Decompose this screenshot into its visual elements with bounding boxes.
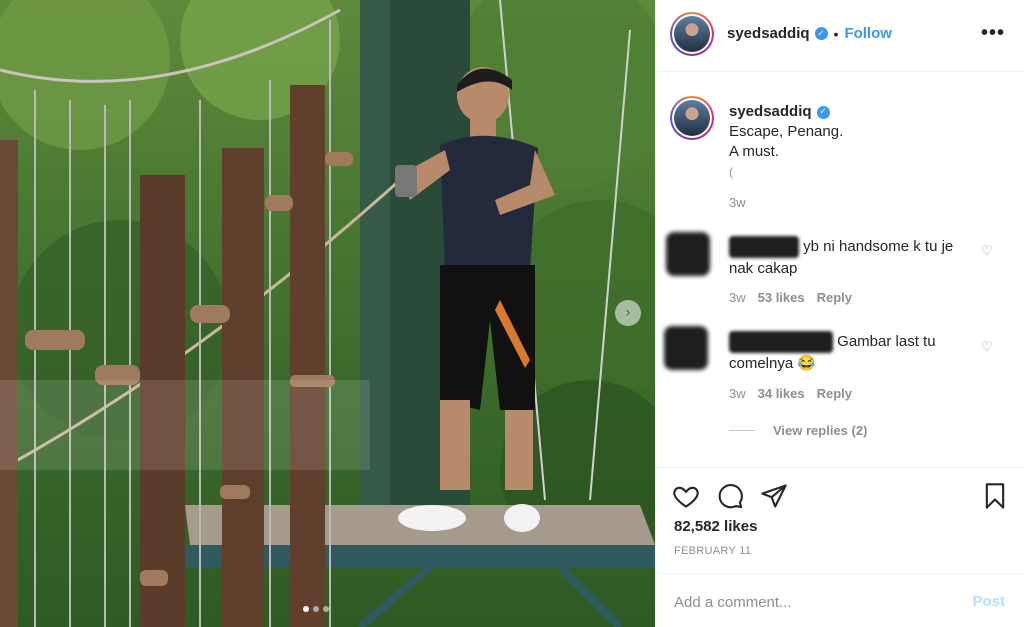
like-comment-heart-icon[interactable]: ♡ — [981, 340, 995, 355]
divider — [729, 430, 755, 431]
post-actions: 82,582 likes FEBRUARY 11 — [656, 467, 1024, 572]
view-replies-button[interactable]: View replies (2) — [729, 423, 867, 438]
comment-body: Gambar last tu comelnya 😂 — [729, 331, 974, 374]
likes-count[interactable]: 82,582 likes — [674, 518, 757, 535]
caption-line: A must. — [729, 143, 780, 160]
caption-line: ( — [729, 165, 733, 179]
share-icon[interactable] — [760, 482, 788, 510]
add-comment-bar: Post — [656, 573, 1024, 627]
carousel-dot — [313, 606, 319, 612]
carousel-dot — [323, 606, 329, 612]
comment-timestamp[interactable]: 3w — [729, 386, 746, 401]
comment-avatar[interactable] — [664, 326, 708, 370]
photo-scene — [0, 0, 655, 627]
caption-username[interactable]: syedsaddiq ✓ — [729, 102, 830, 122]
carousel-dots — [303, 606, 329, 612]
post-photo[interactable]: › — [0, 0, 655, 627]
carousel-dot — [303, 606, 309, 612]
follow-button[interactable]: Follow — [844, 25, 892, 42]
heart-icon[interactable] — [672, 482, 700, 510]
more-horizontal-icon[interactable]: ••• — [981, 22, 1005, 45]
avatar[interactable] — [670, 12, 714, 56]
post-side-panel: syedsaddiq ✓ • Follow ••• syedsaddiq ✓ E… — [655, 0, 1024, 627]
caption-line: Escape, Penang. — [729, 123, 844, 140]
caption-timestamp[interactable]: 3w — [729, 195, 746, 210]
comment-likes[interactable]: 53 likes — [758, 290, 805, 305]
caption-avatar[interactable] — [670, 96, 714, 140]
comment-meta: 3w 34 likes Reply — [729, 386, 852, 401]
reply-button[interactable]: Reply — [817, 386, 852, 401]
view-replies-label: View replies (2) — [773, 423, 868, 438]
post-header: syedsaddiq ✓ • Follow ••• — [656, 0, 1024, 72]
author-username[interactable]: syedsaddiq — [727, 25, 810, 42]
verified-badge-icon: ✓ — [814, 27, 828, 40]
comment-timestamp[interactable]: 3w — [729, 290, 746, 305]
comment-input[interactable] — [674, 590, 954, 614]
comment-avatar[interactable] — [666, 232, 710, 276]
post-comment-button[interactable]: Post — [972, 593, 1005, 610]
comment-likes[interactable]: 34 likes — [758, 386, 805, 401]
comment-icon[interactable] — [716, 482, 744, 510]
post-caption: syedsaddiq ✓ Escape, Penang. A must. ( — [729, 102, 1009, 179]
comment-meta: 3w 53 likes Reply — [729, 290, 852, 305]
post-date[interactable]: FEBRUARY 11 — [674, 545, 751, 557]
comment-body: yb ni handsome k tu je nak cakap — [729, 236, 974, 279]
next-photo-button[interactable]: › — [615, 300, 641, 326]
verified-badge-icon: ✓ — [816, 105, 830, 119]
separator: • — [833, 25, 839, 42]
bookmark-icon[interactable] — [981, 482, 1009, 510]
comment-username-redacted[interactable] — [729, 331, 833, 354]
chevron-right-icon: › — [625, 305, 631, 321]
reply-button[interactable]: Reply — [817, 290, 852, 305]
like-comment-heart-icon[interactable]: ♡ — [981, 244, 995, 259]
comment-username-redacted[interactable] — [729, 236, 799, 259]
